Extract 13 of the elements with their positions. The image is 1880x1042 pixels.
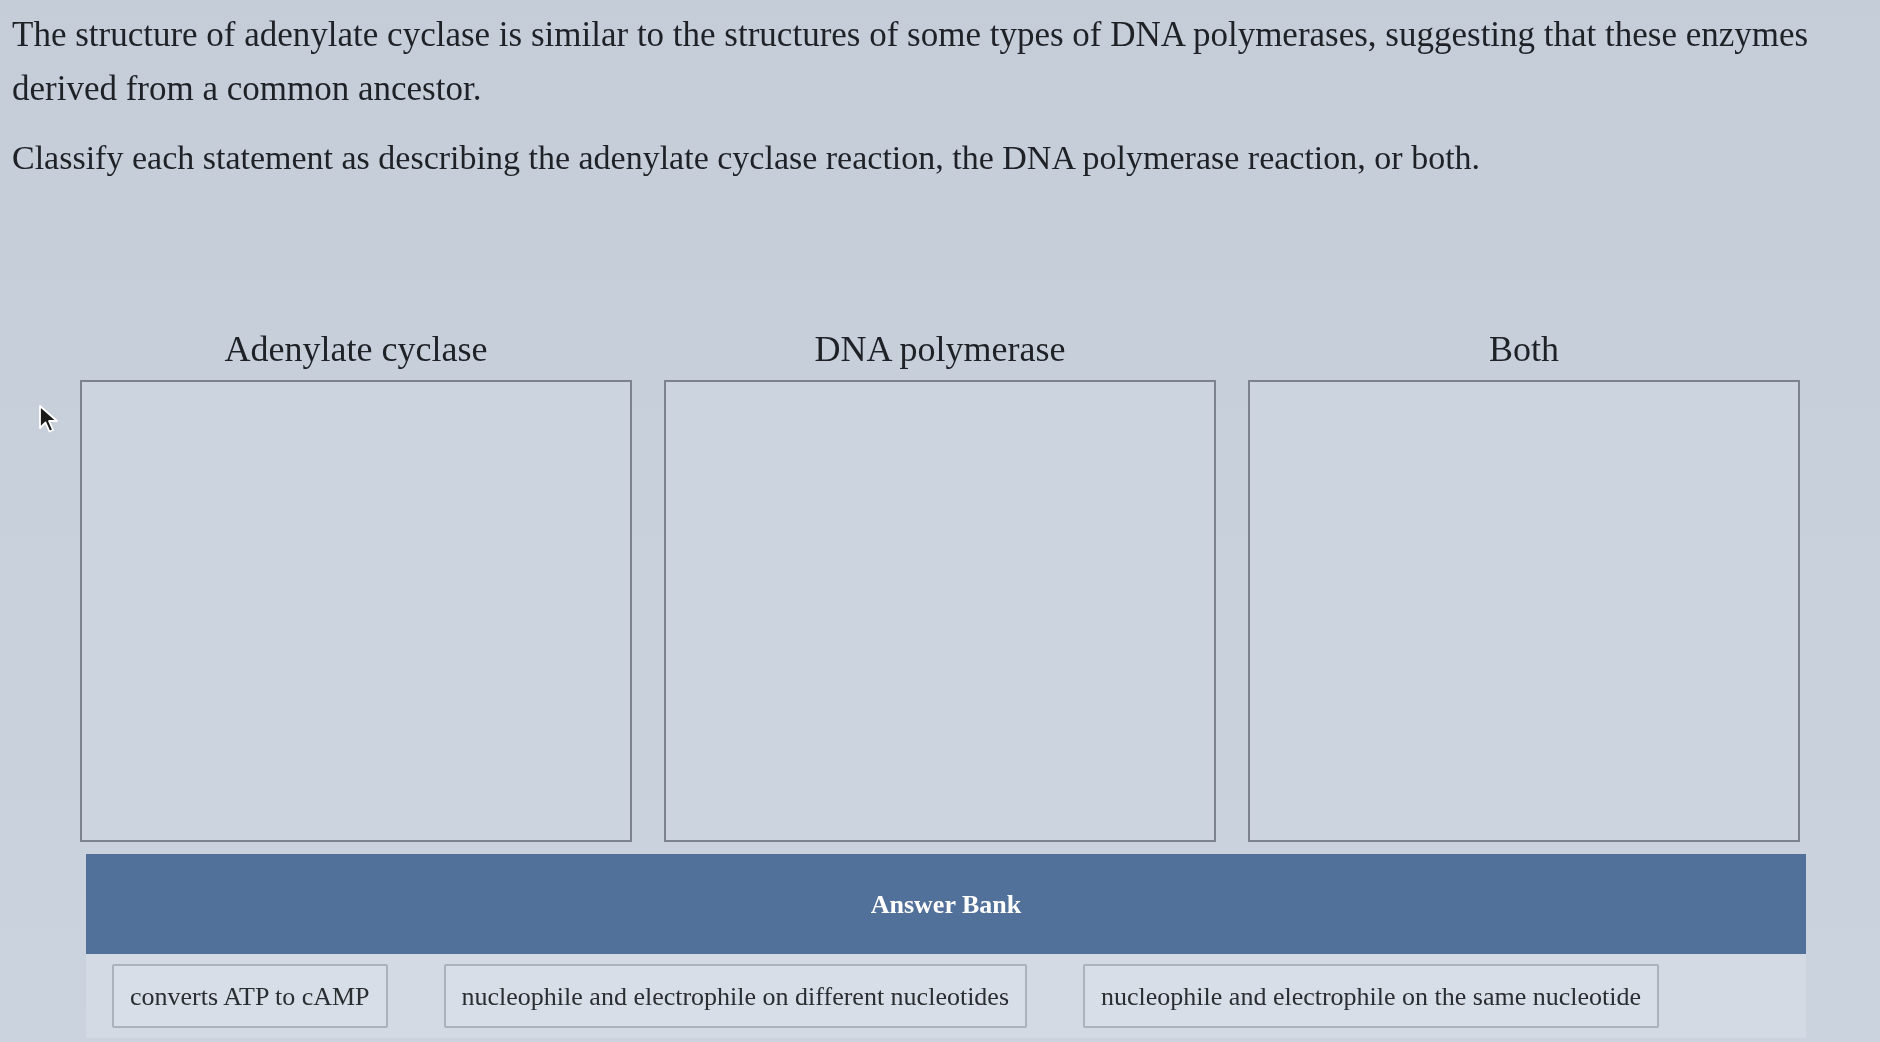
intro-paragraph: The structure of adenylate cyclase is similar to the structures of some types of DNA polymerases, suggesting that these enzymes derived from a common ancestor. xyxy=(12,14,1810,110)
category-heading: DNA polymerase xyxy=(814,328,1066,370)
answer-bank-title: Answer Bank xyxy=(870,888,1022,921)
instruction-text: Classify each statement as describing the adenylate cyclase reaction, the DNA polymerase reaction, or both. xyxy=(12,138,1482,178)
mouse-pointer-icon xyxy=(38,404,60,434)
answer-chip[interactable]: nucleophile and electrophile on the same nucleotide xyxy=(1083,964,1660,1028)
answer-chip[interactable]: nucleophile and electrophile on different nucleotides xyxy=(443,964,1028,1028)
answer-chip[interactable]: converts ATP to cAMP xyxy=(112,964,388,1028)
category-heading: Both xyxy=(1489,328,1559,370)
drop-zone[interactable] xyxy=(1248,380,1800,842)
drop-zone[interactable] xyxy=(80,380,632,842)
category-heading: Adenylate cyclase xyxy=(224,328,488,370)
drop-zone[interactable] xyxy=(664,380,1216,842)
